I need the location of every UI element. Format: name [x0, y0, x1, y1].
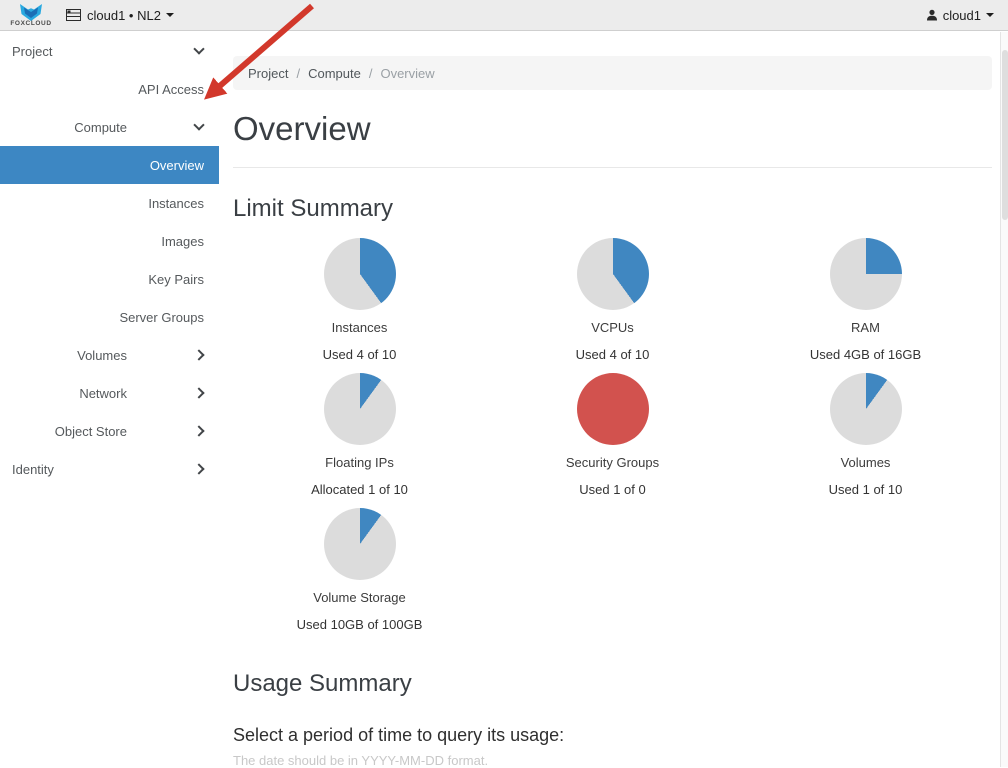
- sidebar-item-label: Server Groups: [119, 310, 204, 325]
- limit-summary-title: Limit Summary: [233, 195, 992, 223]
- sidebar-item-label: Images: [161, 234, 204, 249]
- sidebar-item-server-groups[interactable]: Server Groups: [0, 298, 219, 336]
- limit-gauge-vcpus: VCPUs Used 4 of 10: [486, 238, 739, 373]
- pie-chart-usage-label: Used 4GB of 16GB: [810, 347, 921, 362]
- brand-logo-text: FOXCLOUD: [10, 20, 51, 27]
- chevron-down-icon: [193, 119, 204, 130]
- caret-down-icon: [166, 13, 174, 17]
- top-navbar: FOXCLOUD cloud1 • NL2 cloud1: [0, 0, 1008, 31]
- foxcloud-logo-icon: [18, 4, 44, 21]
- breadcrumb: Project/Compute/Overview: [233, 56, 992, 90]
- pie-chart: [324, 373, 396, 445]
- sidebar-nav: Project API Access Compute Overview Inst…: [0, 32, 219, 488]
- sidebar-item-label: Volumes: [77, 348, 127, 363]
- pie-chart-title: Instances: [332, 320, 388, 335]
- sidebar-item-network[interactable]: Network: [0, 374, 219, 412]
- pie-chart-usage-label: Allocated 1 of 10: [311, 482, 408, 497]
- brand-logo[interactable]: FOXCLOUD: [2, 4, 60, 27]
- sidebar-item-label-box: Instances: [148, 196, 204, 211]
- usage-summary-title: Usage Summary: [233, 670, 992, 698]
- sidebar-item-project[interactable]: Project: [0, 32, 219, 70]
- sidebar-item-label-box: API Access: [138, 82, 204, 97]
- divider: [233, 167, 992, 168]
- sidebar-item-label-box: Project: [12, 44, 52, 59]
- sidebar-item-label: Project: [12, 44, 52, 59]
- sidebar-item-api-access[interactable]: API Access: [0, 70, 219, 108]
- sidebar-item-images[interactable]: Images: [0, 222, 219, 260]
- breadcrumb-project[interactable]: Project: [248, 66, 288, 81]
- pie-chart-title: Volume Storage: [313, 590, 406, 605]
- sidebar-item-label: Identity: [12, 462, 54, 477]
- limit-gauge-ram: RAM Used 4GB of 16GB: [739, 238, 992, 373]
- sidebar-item-compute[interactable]: Compute: [0, 108, 219, 146]
- sidebar-item-label-box: Server Groups: [119, 310, 204, 325]
- limit-gauge-floating-ips: Floating IPs Allocated 1 of 10: [233, 373, 486, 508]
- sidebar-item-label: Instances: [148, 196, 204, 211]
- project-context-switcher[interactable]: cloud1 • NL2: [66, 8, 174, 23]
- pie-chart: [324, 508, 396, 580]
- sidebar-item-identity[interactable]: Identity: [0, 450, 219, 488]
- sidebar-item-label-box: Images: [161, 234, 204, 249]
- sidebar-item-label: Overview: [150, 158, 204, 173]
- pie-chart-title: Security Groups: [566, 455, 659, 470]
- sidebar-item-overview[interactable]: Overview: [0, 146, 219, 184]
- pie-chart: [577, 373, 649, 445]
- usage-date-format-hint: The date should be in YYYY-MM-DD format.: [233, 753, 992, 768]
- context-label: cloud1 • NL2: [87, 8, 161, 23]
- sidebar-item-label: Network: [79, 386, 127, 401]
- sidebar-item-label-box: Object Store: [0, 424, 127, 439]
- user-label: cloud1: [943, 8, 981, 23]
- pie-chart: [830, 373, 902, 445]
- chevron-right-icon: [193, 387, 204, 398]
- limit-gauge-volume-storage: Volume Storage Used 10GB of 100GB: [233, 508, 486, 643]
- breadcrumb-overview: Overview: [380, 66, 434, 81]
- main-content: Project/Compute/Overview Overview Limit …: [233, 32, 992, 768]
- sidebar-item-label-box: Network: [0, 386, 127, 401]
- pie-chart: [830, 238, 902, 310]
- caret-down-icon: [986, 13, 994, 17]
- chevron-right-icon: [193, 425, 204, 436]
- list-icon: [66, 9, 81, 21]
- scrollbar-thumb[interactable]: [1002, 50, 1008, 220]
- user-menu[interactable]: cloud1: [926, 8, 994, 23]
- sidebar-item-volumes[interactable]: Volumes: [0, 336, 219, 374]
- chevron-down-icon: [193, 43, 204, 54]
- sidebar-item-label-box: Identity: [12, 462, 54, 477]
- usage-period-prompt: Select a period of time to query its usa…: [233, 725, 992, 746]
- sidebar-item-object-store[interactable]: Object Store: [0, 412, 219, 450]
- sidebar-item-label: Compute: [74, 120, 127, 135]
- sidebar-item-label-box: Overview: [150, 158, 204, 173]
- sidebar-item-label: Key Pairs: [148, 272, 204, 287]
- limit-gauge-volumes: Volumes Used 1 of 10: [739, 373, 992, 508]
- sidebar-item-label-box: Volumes: [0, 348, 127, 363]
- pie-chart: [324, 238, 396, 310]
- scrollbar[interactable]: [1000, 32, 1008, 767]
- pie-chart-usage-label: Used 4 of 10: [576, 347, 650, 362]
- breadcrumb-separator: /: [361, 66, 381, 81]
- sidebar-item-label-box: Key Pairs: [148, 272, 204, 287]
- breadcrumb-separator: /: [288, 66, 308, 81]
- chevron-right-icon: [193, 463, 204, 474]
- pie-chart-usage-label: Used 1 of 0: [579, 482, 646, 497]
- pie-chart-usage-label: Used 4 of 10: [323, 347, 397, 362]
- pie-chart-usage-label: Used 1 of 10: [829, 482, 903, 497]
- pie-chart-title: Volumes: [841, 455, 891, 470]
- pie-chart-title: VCPUs: [591, 320, 634, 335]
- pie-chart: [577, 238, 649, 310]
- sidebar-item-label-box: Compute: [0, 120, 127, 135]
- limit-gauge-security-groups: Security Groups Used 1 of 0: [486, 373, 739, 508]
- chevron-right-icon: [193, 349, 204, 360]
- sidebar-item-label: API Access: [138, 82, 204, 97]
- limit-summary-grid: Instances Used 4 of 10 VCPUs Used 4 of 1…: [233, 238, 992, 643]
- page-title: Overview: [233, 110, 992, 148]
- pie-chart-usage-label: Used 10GB of 100GB: [297, 617, 423, 632]
- user-icon: [926, 9, 938, 21]
- sidebar-item-label: Object Store: [55, 424, 127, 439]
- limit-gauge-instances: Instances Used 4 of 10: [233, 238, 486, 373]
- sidebar-item-instances[interactable]: Instances: [0, 184, 219, 222]
- pie-chart-title: RAM: [851, 320, 880, 335]
- breadcrumb-compute[interactable]: Compute: [308, 66, 361, 81]
- pie-chart-title: Floating IPs: [325, 455, 394, 470]
- sidebar-item-key-pairs[interactable]: Key Pairs: [0, 260, 219, 298]
